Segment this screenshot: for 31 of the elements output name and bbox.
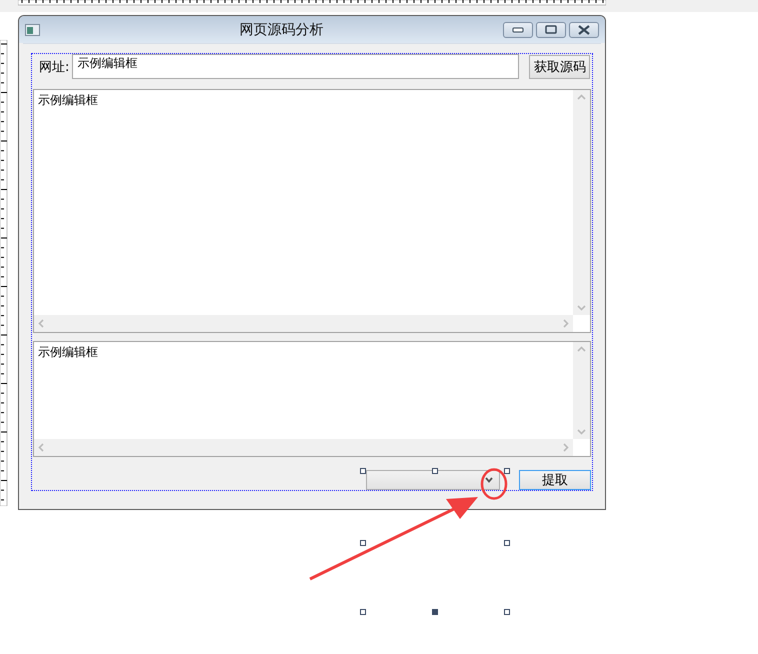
dropdown[interactable]	[366, 470, 500, 490]
minimize-icon	[512, 26, 524, 32]
extract-button[interactable]: 提取	[519, 470, 591, 490]
scroll-right-icon[interactable]	[563, 443, 569, 452]
caret-icon[interactable]	[485, 477, 493, 483]
result-text-box[interactable]: 示例编辑框	[33, 341, 591, 457]
url-label: 网址:	[38, 58, 70, 76]
window-title: 网页源码分析	[238, 20, 324, 38]
horizontal-scrollbar[interactable]	[34, 439, 573, 456]
minimize-button[interactable]	[503, 22, 533, 38]
close-icon	[577, 24, 591, 34]
edit-text: 示例编辑框	[37, 92, 99, 109]
scroll-down-icon[interactable]	[577, 429, 586, 435]
scroll-up-icon[interactable]	[577, 346, 586, 352]
horizontal-scrollbar[interactable]	[34, 315, 573, 332]
scroll-up-icon[interactable]	[577, 94, 586, 100]
scroll-left-icon[interactable]	[38, 443, 44, 452]
maximize-icon	[545, 25, 557, 34]
app-icon	[25, 24, 40, 36]
scroll-down-icon[interactable]	[577, 305, 586, 311]
source-text-box[interactable]: 示例编辑框	[33, 89, 591, 333]
vertical-scrollbar[interactable]	[573, 90, 590, 315]
close-button[interactable]	[569, 22, 599, 38]
scroll-right-icon[interactable]	[563, 319, 569, 328]
url-field[interactable]: 示例编辑框	[72, 54, 520, 79]
fetch-source-button[interactable]: 获取源码	[529, 54, 590, 78]
edit-text: 示例编辑框	[37, 344, 99, 361]
maximize-button[interactable]	[536, 22, 566, 38]
highlight-circle	[480, 468, 508, 500]
scroll-left-icon[interactable]	[38, 319, 44, 328]
vertical-scrollbar[interactable]	[573, 342, 590, 439]
